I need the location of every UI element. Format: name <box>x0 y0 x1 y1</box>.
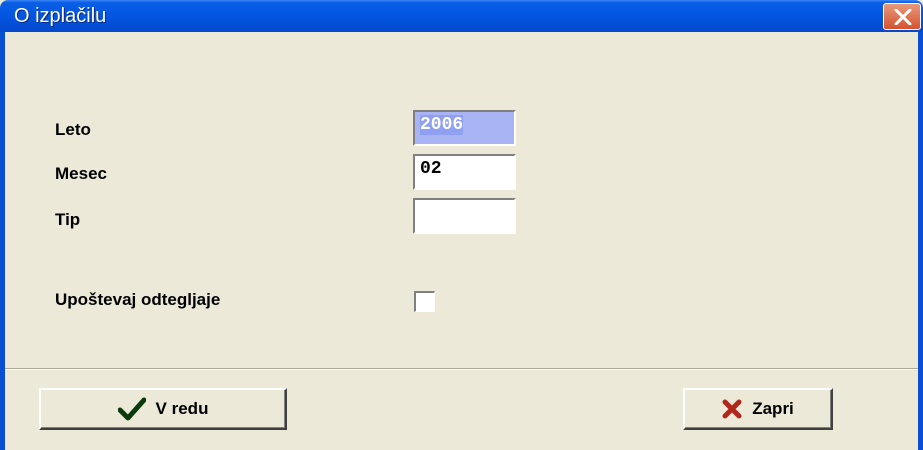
deductions-label: Upoštevaj odtegljaje <box>55 290 221 309</box>
ok-button-label: V redu <box>155 399 209 418</box>
month-label: Mesec <box>55 164 107 183</box>
close-icon <box>894 9 912 25</box>
title-bar[interactable]: O izplačilu <box>0 0 923 32</box>
ok-button[interactable]: V redu <box>39 388 287 430</box>
cancel-button[interactable]: Zapri <box>683 388 833 430</box>
x-icon <box>722 399 742 419</box>
dialog-window: O izplačilu Leto 2006 Mesec 02 Tip Upošt… <box>0 0 923 450</box>
year-input[interactable]: 2006 <box>413 110 516 146</box>
type-input[interactable] <box>413 198 516 234</box>
year-value: 2006 <box>420 115 464 135</box>
checkmark-icon <box>117 397 146 421</box>
window-frame-right <box>918 32 923 450</box>
type-label: Tip <box>55 210 81 229</box>
close-button[interactable] <box>883 3 921 30</box>
month-value: 02 <box>420 159 442 179</box>
deductions-checkbox[interactable] <box>414 291 435 312</box>
month-input[interactable]: 02 <box>413 154 516 190</box>
window-frame-left <box>0 32 5 450</box>
window-title: O izplačilu <box>14 5 107 27</box>
cancel-button-label: Zapri <box>752 399 794 418</box>
year-label: Leto <box>55 120 91 139</box>
button-separator <box>5 368 918 370</box>
